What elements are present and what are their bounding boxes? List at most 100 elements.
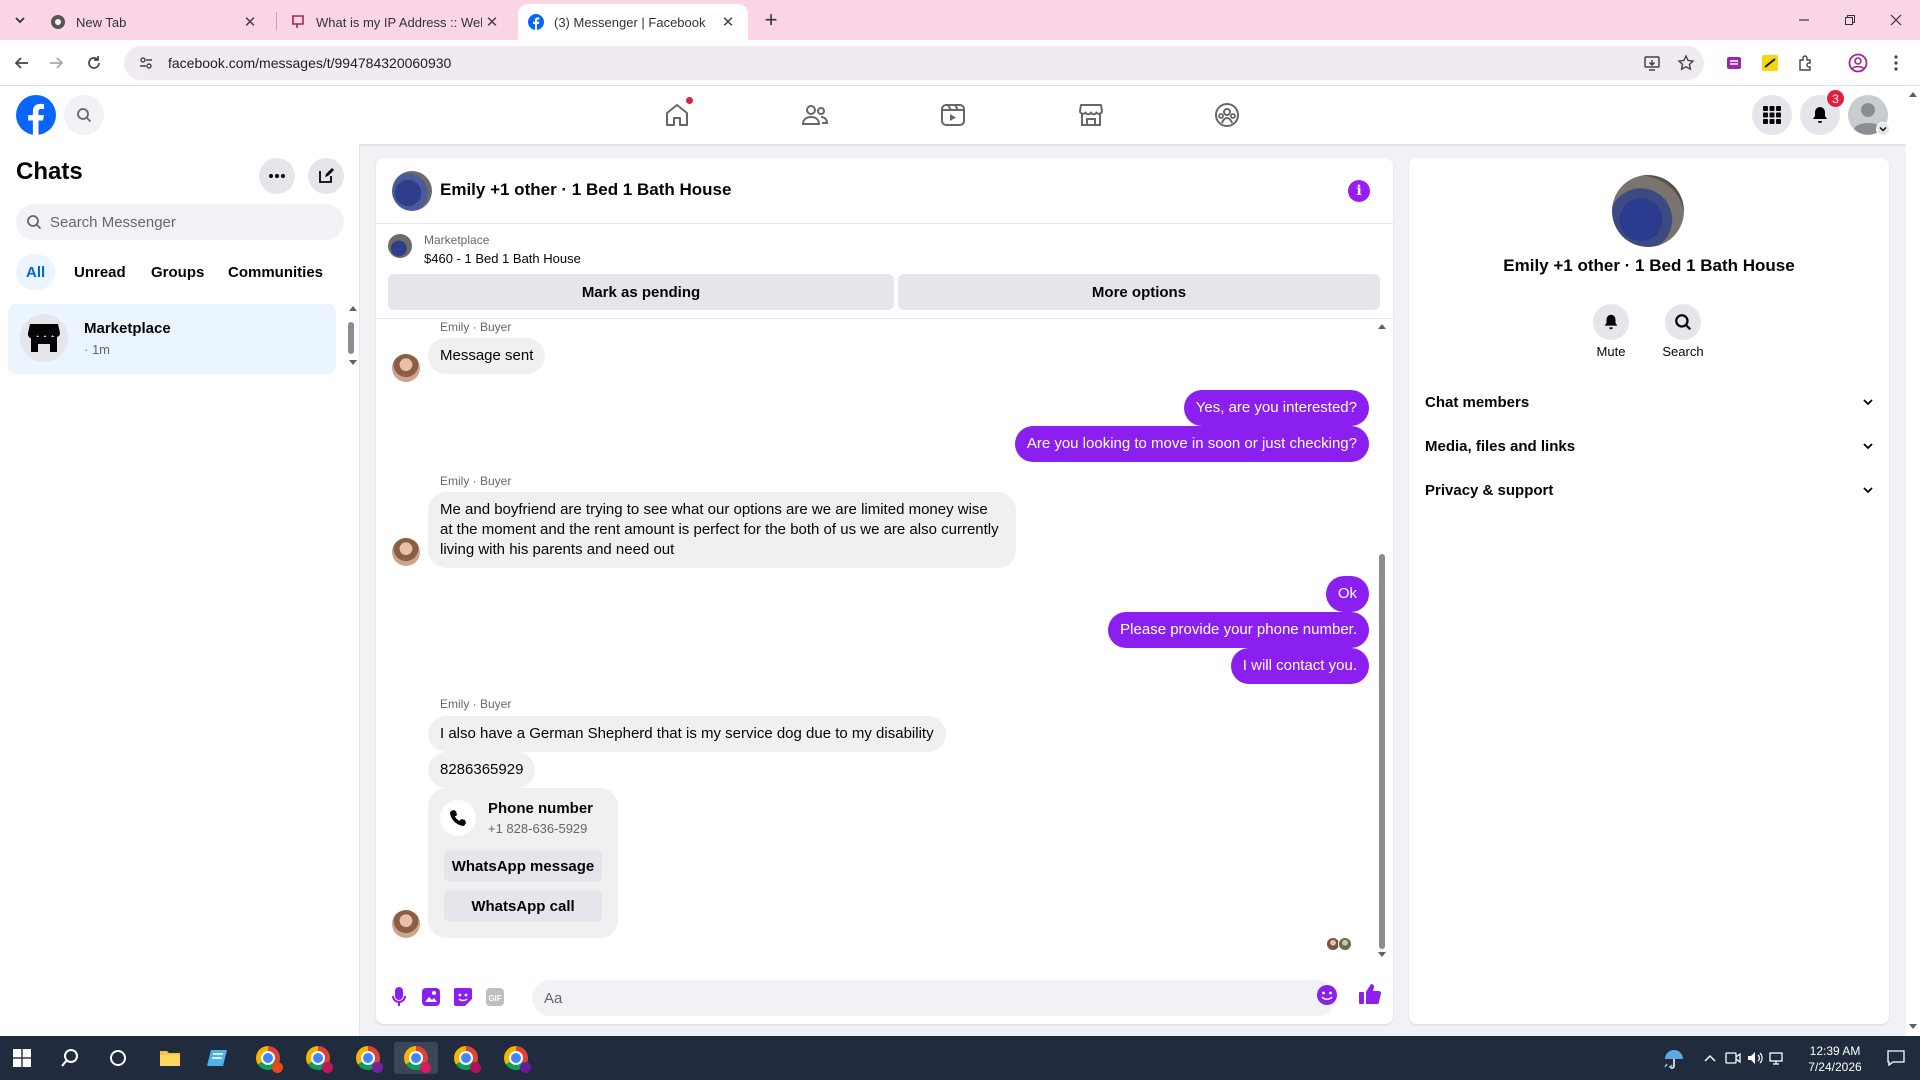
- site-info-icon[interactable]: [138, 55, 154, 71]
- search-messenger-input[interactable]: Search Messenger: [16, 204, 344, 240]
- chats-options-icon[interactable]: [259, 158, 295, 194]
- new-tab-button[interactable]: +: [758, 7, 784, 32]
- taskbar-search-icon[interactable]: [50, 1042, 90, 1074]
- message-input[interactable]: Aa: [532, 980, 1336, 1016]
- group-avatar[interactable]: [1612, 175, 1684, 247]
- message-bubble-incoming[interactable]: 8286365929: [428, 752, 536, 788]
- extension-yellow-icon[interactable]: [1758, 51, 1782, 75]
- buyer-avatar[interactable]: [392, 538, 420, 566]
- buyer-avatar[interactable]: [392, 910, 420, 938]
- chrome-profile-1-icon[interactable]: [248, 1042, 288, 1074]
- emoji-icon[interactable]: [1316, 984, 1340, 1008]
- weather-icon[interactable]: [1654, 1042, 1694, 1074]
- close-tab-icon[interactable]: ✕: [240, 12, 260, 32]
- whatsapp-message-button[interactable]: WhatsApp message: [444, 850, 602, 882]
- more-options-button[interactable]: More options: [898, 274, 1380, 310]
- gaming-groups-icon[interactable]: [1171, 94, 1283, 136]
- notification-center-icon[interactable]: [1876, 1042, 1916, 1074]
- close-tab-icon[interactable]: ✕: [718, 12, 738, 32]
- url-bar[interactable]: facebook.com/messages/t/994784320060930: [124, 46, 1704, 80]
- message-bubble-outgoing[interactable]: Yes, are you interested?: [1183, 390, 1369, 426]
- webbrowser-tools-icon: [290, 14, 306, 30]
- windows-start-icon[interactable]: [2, 1042, 42, 1074]
- chrome-profile-5-icon[interactable]: [446, 1042, 486, 1074]
- attach-photo-icon[interactable]: [418, 984, 444, 1010]
- listing-title[interactable]: $460 - 1 Bed 1 Bath House: [424, 251, 581, 266]
- task-view-icon[interactable]: [98, 1042, 138, 1074]
- message-bubble-incoming[interactable]: Message sent: [428, 338, 546, 374]
- home-icon[interactable]: [621, 94, 733, 136]
- message-bubble-outgoing[interactable]: Are you looking to move in soon or just …: [1014, 426, 1369, 462]
- filter-all[interactable]: All: [16, 254, 56, 290]
- tab-search-chevron-icon[interactable]: [8, 8, 32, 32]
- section-label: Media, files and links: [1425, 437, 1576, 455]
- conversation-scrollbar[interactable]: [1376, 324, 1388, 964]
- url-text: facebook.com/messages/t/994784320060930: [168, 55, 452, 71]
- conversation-info-icon[interactable]: i: [1348, 180, 1370, 202]
- mark-as-pending-button[interactable]: Mark as pending: [388, 274, 894, 310]
- chrome-profile-3-icon[interactable]: [348, 1042, 388, 1074]
- chat-members-section[interactable]: Chat members: [1425, 380, 1873, 424]
- chrome-profile-6-icon[interactable]: [496, 1042, 536, 1074]
- tab-ip-address[interactable]: What is my IP Address :: WebBr ✕: [280, 4, 512, 40]
- bookmark-star-icon[interactable]: [1674, 51, 1698, 75]
- network-icon[interactable]: [1766, 1042, 1788, 1074]
- chat-list-item-marketplace[interactable]: Marketplace · 1m: [8, 304, 336, 374]
- gif-icon[interactable]: GIF: [482, 984, 508, 1010]
- forward-arrow-icon[interactable]: [42, 49, 70, 77]
- close-tab-icon[interactable]: ✕: [482, 12, 502, 32]
- media-files-links-section[interactable]: Media, files and links: [1425, 424, 1873, 468]
- chat-list-scrollbar[interactable]: [347, 306, 357, 366]
- chrome-profile-2-icon[interactable]: [298, 1042, 338, 1074]
- friends-icon[interactable]: [759, 94, 871, 136]
- browser-menu-icon[interactable]: [1884, 51, 1908, 75]
- message-bubble-incoming[interactable]: Me and boyfriend are trying to see what …: [428, 492, 1016, 568]
- profile-icon[interactable]: [1846, 51, 1870, 75]
- taskbar-clock[interactable]: 12:39 AM 7/24/2026: [1790, 1043, 1880, 1075]
- phone-number-card[interactable]: Phone number +1 828-636-5929 WhatsApp me…: [428, 788, 618, 938]
- listing-thumbnail[interactable]: [388, 234, 412, 258]
- notification-count-badge: 3: [1826, 89, 1845, 108]
- close-window-icon[interactable]: [1876, 6, 1916, 34]
- message-bubble-outgoing[interactable]: Please provide your phone number.: [1108, 612, 1369, 648]
- chrome-profile-4-icon[interactable]: [394, 1042, 438, 1074]
- install-app-icon[interactable]: [1640, 51, 1664, 75]
- microphone-icon[interactable]: [386, 984, 412, 1010]
- restore-icon[interactable]: [1830, 6, 1870, 34]
- filter-groups[interactable]: Groups: [141, 254, 214, 290]
- video-icon[interactable]: [897, 94, 1009, 136]
- reload-icon[interactable]: [80, 49, 108, 77]
- thumbs-up-icon[interactable]: [1358, 982, 1386, 1010]
- extensions-puzzle-icon[interactable]: [1794, 51, 1818, 75]
- new-message-icon[interactable]: [308, 158, 344, 194]
- facebook-logo-icon[interactable]: [16, 95, 56, 135]
- file-explorer-icon[interactable]: [150, 1042, 190, 1074]
- back-arrow-icon[interactable]: [8, 49, 36, 77]
- message-bubble-outgoing[interactable]: I will contact you.: [1230, 648, 1369, 684]
- minimize-icon[interactable]: [1784, 6, 1824, 34]
- facebook-search-icon[interactable]: [64, 95, 104, 135]
- sticker-icon[interactable]: [450, 984, 476, 1010]
- extension-purple-icon[interactable]: [1722, 51, 1746, 75]
- meet-now-icon[interactable]: [1722, 1042, 1744, 1074]
- notepad-app-icon[interactable]: [198, 1042, 238, 1074]
- search-conversation-icon[interactable]: [1665, 304, 1701, 340]
- filter-unread[interactable]: Unread: [64, 254, 136, 290]
- whatsapp-call-button[interactable]: WhatsApp call: [444, 890, 602, 922]
- message-bubble-incoming[interactable]: I also have a German Shepherd that is my…: [428, 716, 946, 752]
- filter-communities[interactable]: Communities: [218, 254, 333, 290]
- tab-messenger[interactable]: (3) Messenger | Facebook ✕: [518, 4, 748, 40]
- volume-icon[interactable]: [1744, 1042, 1766, 1074]
- tab-new-tab[interactable]: New Tab ✕: [40, 4, 270, 40]
- message-bubble-outgoing[interactable]: Ok: [1325, 576, 1369, 612]
- page-scrollbar[interactable]: [1906, 86, 1920, 1036]
- conversation-avatar[interactable]: [392, 171, 432, 211]
- menu-grid-icon[interactable]: [1752, 95, 1792, 135]
- account-chevron-icon[interactable]: [1876, 122, 1890, 136]
- mute-bell-icon[interactable]: [1593, 304, 1629, 340]
- buyer-avatar[interactable]: [392, 354, 420, 382]
- marketplace-icon[interactable]: [1035, 94, 1147, 136]
- privacy-support-section[interactable]: Privacy & support: [1425, 468, 1873, 512]
- tray-chevron-up-icon[interactable]: [1700, 1042, 1720, 1074]
- conversation-title[interactable]: Emily +1 other · 1 Bed 1 Bath House: [440, 180, 731, 200]
